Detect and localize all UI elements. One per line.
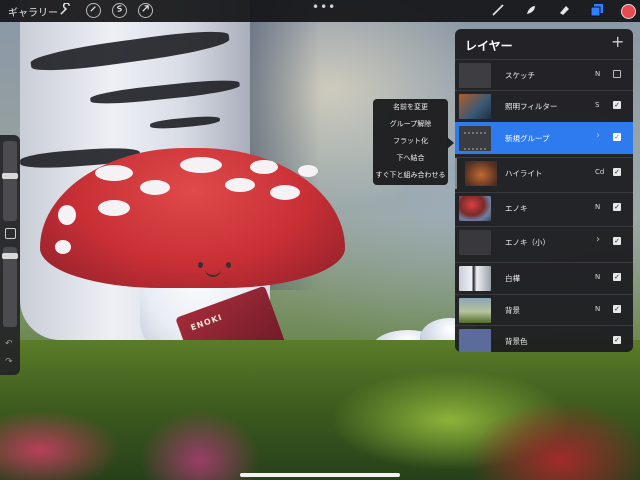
- layer-name: スケッチ: [505, 71, 535, 80]
- layer-thumbnail: [459, 126, 491, 151]
- layer-row[interactable]: エノキ（小） › ✓: [455, 226, 633, 258]
- layer-row[interactable]: ハイライト Cd ✓: [455, 157, 633, 189]
- transform-arrow-icon[interactable]: [138, 3, 153, 18]
- layer-name: 背景色: [505, 337, 528, 346]
- cap-spot: [225, 178, 255, 192]
- grass-foreground: [0, 340, 640, 480]
- cap-spot: [298, 165, 318, 177]
- opacity-handle[interactable]: [2, 253, 18, 259]
- layer-thumbnail: [459, 196, 491, 221]
- cap-spot: [140, 180, 170, 195]
- brush-size-handle[interactable]: [2, 173, 18, 179]
- layer-name: 白樺: [505, 274, 520, 283]
- color-picker-button[interactable]: [621, 4, 636, 19]
- modify-button[interactable]: [5, 228, 16, 239]
- layer-thumbnail: [459, 63, 491, 88]
- layer-row-selected[interactable]: 新規グループ › ✓: [455, 122, 633, 154]
- menu-item-combine-down[interactable]: すぐ下と組み合わせる: [373, 167, 448, 184]
- layer-name: エノキ（小）: [505, 238, 550, 247]
- blend-mode-button[interactable]: S: [595, 101, 599, 109]
- cap-spot: [58, 205, 76, 225]
- layer-name: エノキ: [505, 204, 528, 213]
- layer-name: ハイライト: [505, 169, 543, 178]
- selection-icon[interactable]: [112, 3, 127, 18]
- layer-name: 照明フィルター: [505, 102, 558, 111]
- group-expand-chevron-icon[interactable]: ›: [596, 234, 600, 245]
- visibility-checkbox[interactable]: ✓: [613, 336, 621, 344]
- layer-name: 背景: [505, 306, 520, 315]
- cap-spot: [98, 200, 130, 216]
- layer-thumbnail: [459, 230, 491, 255]
- left-sidebar: ↶ ↷: [0, 135, 20, 375]
- blend-mode-button[interactable]: N: [595, 203, 600, 211]
- menu-item-merge-down[interactable]: 下へ結合: [373, 150, 448, 167]
- wrench-icon[interactable]: [58, 2, 73, 18]
- layer-context-menu: 名前を変更 グループ解除 フラット化 下へ結合 すぐ下と組み合わせる: [373, 99, 448, 185]
- undo-icon[interactable]: ↶: [5, 339, 13, 349]
- brush-icon[interactable]: [490, 3, 505, 18]
- visibility-checkbox[interactable]: ✓: [613, 203, 621, 211]
- visibility-checkbox[interactable]: ✓: [613, 133, 621, 141]
- visibility-checkbox[interactable]: [613, 70, 621, 78]
- layer-thumbnail: [465, 161, 497, 186]
- visibility-checkbox[interactable]: ✓: [613, 305, 621, 313]
- layer-row[interactable]: 背景色 ✓: [455, 325, 633, 352]
- context-menu-pointer: [447, 137, 454, 149]
- layers-title: レイヤー: [465, 39, 513, 53]
- menu-item-flatten[interactable]: フラット化: [373, 133, 448, 150]
- add-layer-button[interactable]: +: [611, 32, 624, 51]
- eraser-icon[interactable]: [556, 3, 571, 18]
- cap-spot: [270, 185, 300, 200]
- layer-thumbnail: [459, 298, 491, 323]
- visibility-checkbox[interactable]: ✓: [613, 273, 621, 281]
- blend-mode-button[interactable]: N: [595, 273, 600, 281]
- magic-wand-icon[interactable]: [86, 3, 101, 18]
- layer-row[interactable]: 背景 N ✓: [455, 294, 633, 326]
- layers-icon[interactable]: [589, 3, 604, 18]
- layer-thumbnail: [459, 94, 491, 119]
- menu-item-ungroup[interactable]: グループ解除: [373, 116, 448, 133]
- visibility-checkbox[interactable]: ✓: [613, 101, 621, 109]
- layer-row[interactable]: 照明フィルター S ✓: [455, 90, 633, 122]
- cap-spot: [95, 165, 133, 181]
- layer-row[interactable]: 白樺 N ✓: [455, 262, 633, 294]
- opacity-slider[interactable]: [2, 247, 18, 327]
- brush-size-slider[interactable]: [2, 141, 18, 221]
- group-indent-marker: [455, 158, 457, 189]
- mushroom-eye: [198, 262, 203, 268]
- home-indicator[interactable]: [240, 473, 400, 477]
- smudge-icon[interactable]: [523, 3, 538, 18]
- layer-row[interactable]: エノキ N ✓: [455, 192, 633, 224]
- layer-row[interactable]: スケッチ N: [455, 59, 633, 91]
- more-options-button[interactable]: •••: [312, 0, 336, 14]
- visibility-checkbox[interactable]: ✓: [613, 168, 621, 176]
- cap-spot: [55, 240, 71, 254]
- layers-panel: レイヤー + スケッチ N 照明フィルター S ✓ 新規グループ › ✓ ハイラ…: [455, 29, 633, 352]
- blend-mode-button[interactable]: Cd: [595, 168, 604, 176]
- cap-spot: [250, 160, 278, 174]
- layer-thumbnail: [459, 266, 491, 291]
- layer-thumbnail: [459, 329, 491, 352]
- blend-mode-button[interactable]: N: [595, 305, 600, 313]
- layer-name: 新規グループ: [505, 134, 550, 143]
- gallery-button[interactable]: ギャラリー: [8, 4, 58, 19]
- visibility-checkbox[interactable]: ✓: [613, 237, 621, 245]
- cap-spot: [180, 157, 222, 173]
- group-expand-chevron-icon[interactable]: ›: [596, 130, 600, 141]
- blend-mode-button[interactable]: N: [595, 70, 600, 78]
- redo-icon[interactable]: ↷: [5, 357, 13, 367]
- top-toolbar: ギャラリー •••: [0, 0, 640, 22]
- mushroom-eye: [226, 262, 231, 268]
- menu-item-rename[interactable]: 名前を変更: [373, 99, 448, 116]
